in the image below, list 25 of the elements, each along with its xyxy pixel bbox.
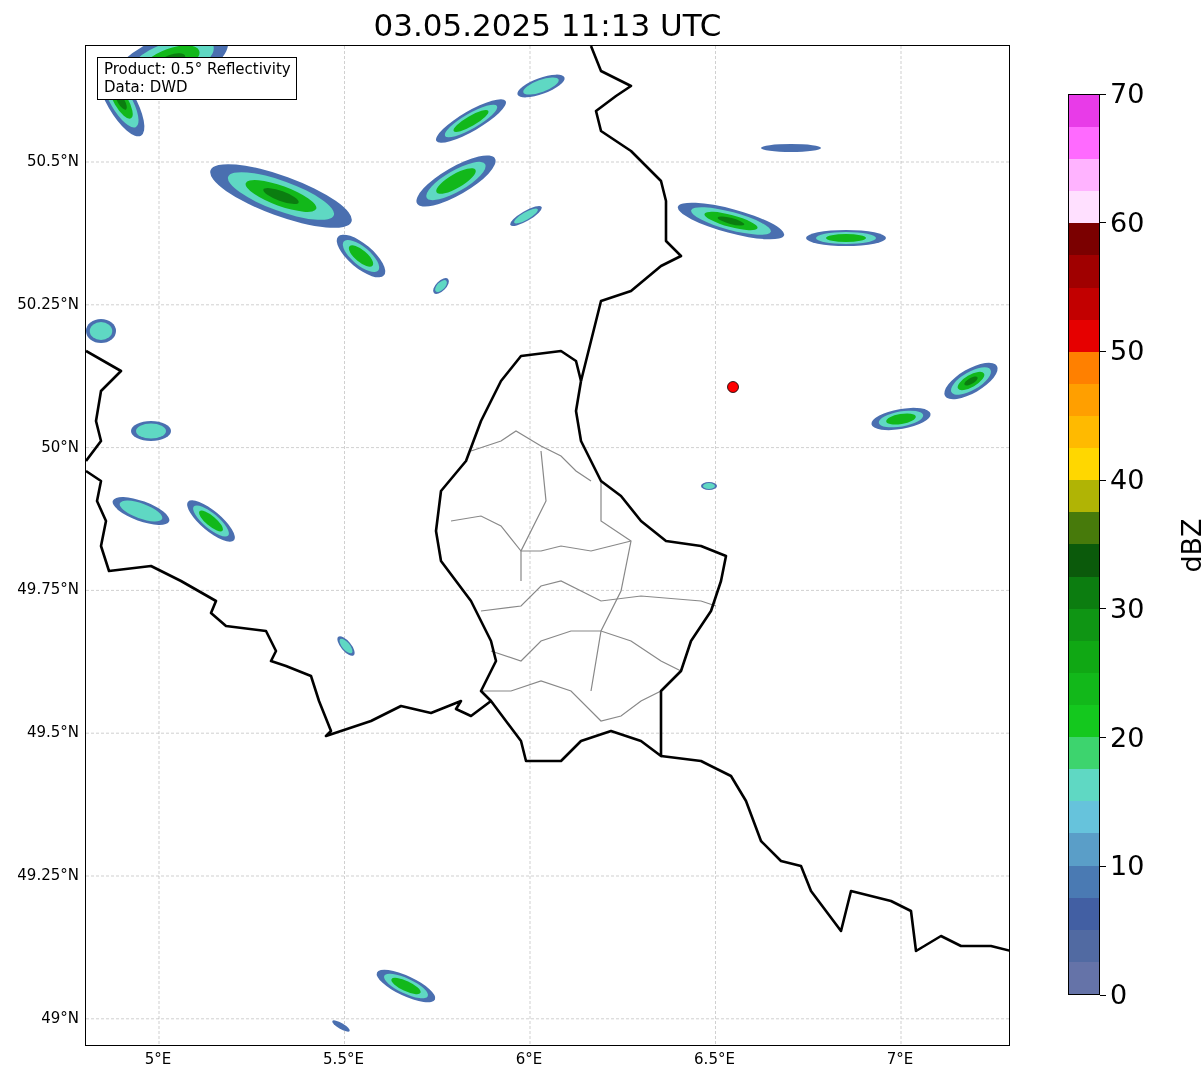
latitude-label: 49°N [41,1008,79,1027]
latitude-label: 49.25°N [17,866,79,884]
longitude-label: 7°E [886,1050,914,1068]
chart-title: 03.05.2025 11:13 UTC [373,7,722,43]
longitude-label: 5.5°E [323,1050,364,1068]
longitude-label: 6.5°E [694,1050,735,1068]
colorbar-tick-label: 50 [1100,336,1145,367]
colorbar-label: dBZ [1175,518,1202,573]
latitude-label: 50.5°N [26,152,79,170]
latitude-label: 49.75°N [17,580,79,599]
colorbar-tick-label: 0 [1100,980,1128,1010]
colorbar-tick-label: 40 [1100,465,1145,496]
colorbar-tick-label: 20 [1100,722,1145,753]
colorbar-tick-label: 70 [1100,79,1145,109]
latitude-label: 50.25°N [17,294,79,313]
longitude-label: 6°E [515,1050,543,1068]
colorbar-tick-label: 10 [1100,851,1145,882]
info-text: Product: 0.5° Reflectivity [104,60,291,78]
latitude-label: 50°N [41,437,79,456]
colorbar-tick-label: 60 [1100,207,1145,238]
longitude-label: 5°E [144,1050,172,1068]
latitude-label: 49.5°N [26,723,79,742]
radar-site-marker [727,381,739,393]
info-text: Data: DWD [104,78,189,96]
colorbar-tick-label: 30 [1100,593,1145,624]
